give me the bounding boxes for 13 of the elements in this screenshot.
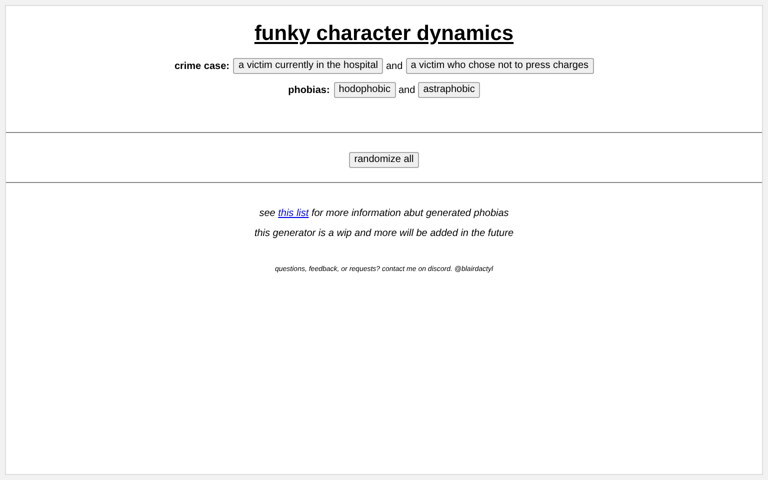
result-button[interactable]: hodophobic: [334, 82, 396, 98]
list-link[interactable]: this list: [278, 208, 309, 219]
randomize-button[interactable]: randomize all: [349, 152, 419, 168]
result-button[interactable]: a victim who chose not to press charges: [406, 58, 594, 74]
result-button[interactable]: a victim currently in the hospital: [233, 58, 383, 74]
info-text: see this list for more information abut generated phobias: [258, 208, 510, 220]
row-label: crime case:: [174, 60, 230, 72]
joiner-text: and: [386, 60, 403, 72]
page-title: funky character dynamics: [253, 21, 515, 47]
result-button[interactable]: astraphobic: [418, 82, 480, 98]
note-text: this generator is a wip and more will be added in the future: [253, 228, 515, 240]
joiner-text: and: [398, 84, 416, 96]
row-label: phobias:: [288, 84, 330, 96]
